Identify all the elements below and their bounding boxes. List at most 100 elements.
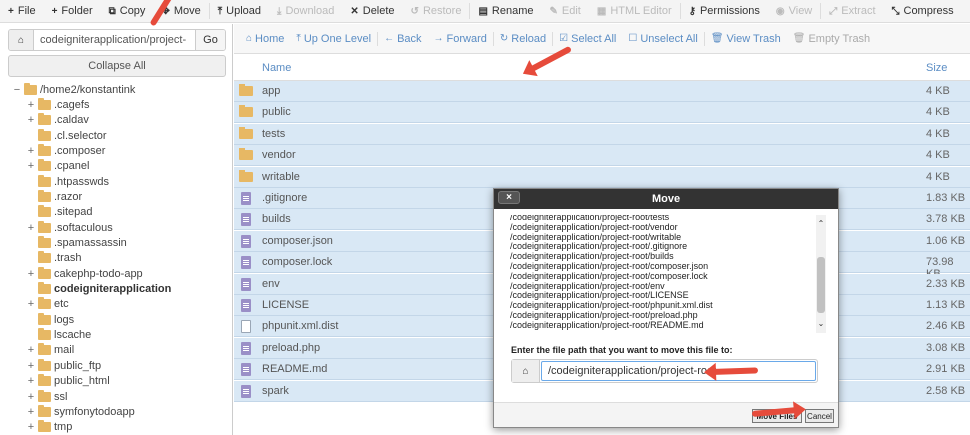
tree-item-lscache[interactable]: lscache: [26, 328, 91, 343]
expand-icon[interactable]: +: [26, 375, 36, 387]
tree-item-label: logs: [54, 313, 75, 326]
toolbar-copy-button[interactable]: ⧉ Copy: [101, 0, 154, 23]
toolbar-extract-button[interactable]: ⤢ Extract: [821, 0, 883, 23]
file-name: composer.lock: [262, 256, 333, 269]
folder-icon: [38, 251, 51, 264]
selected-file-path: /codeigniterapplication/project-root/bui…: [510, 251, 674, 262]
file-icon: [239, 277, 251, 292]
tree-item-spamassassin[interactable]: .spamassassin: [26, 236, 127, 251]
toolbar-permissions-button[interactable]: ⚷ Permissions: [681, 0, 768, 23]
tree-item-composer[interactable]: + .composer: [26, 143, 105, 158]
toolbar-folder-button[interactable]: + Folder: [44, 0, 101, 23]
nav-unselect-all-button[interactable]: ☐ Unselect All: [622, 33, 703, 45]
nav-reload-button[interactable]: ↻ Reload: [494, 33, 552, 45]
nav-back-button[interactable]: ← Back: [378, 33, 427, 45]
nav-up-one-level-button[interactable]: ⤒ Up One Level: [290, 33, 377, 45]
expand-icon[interactable]: +: [26, 391, 36, 403]
toolbar-file-button[interactable]: + File: [0, 0, 44, 23]
file-name: LICENSE: [262, 299, 310, 311]
cancel-button[interactable]: Cancel: [805, 409, 834, 423]
tree-item-cpanel[interactable]: + .cpanel: [26, 159, 89, 174]
home-icon[interactable]: ⌂: [9, 30, 34, 50]
tree-item-public-html[interactable]: + public_html: [26, 374, 110, 389]
file-row[interactable]: vendor 4 KB: [234, 145, 970, 167]
edit-icon: ✎: [549, 5, 558, 17]
expand-icon[interactable]: +: [26, 160, 36, 172]
expand-icon[interactable]: +: [26, 344, 36, 356]
nav-empty-trash-button[interactable]: 🗑 Empty Trash: [787, 33, 876, 45]
folder-icon: [38, 343, 51, 356]
expand-icon[interactable]: +: [26, 360, 36, 372]
expand-icon[interactable]: +: [26, 222, 36, 234]
file-row[interactable]: public 4 KB: [234, 102, 970, 124]
toolbar-download-button[interactable]: ⤓ Download: [269, 0, 342, 23]
tree-item-etc[interactable]: + etc: [26, 297, 69, 312]
tree-item-caldav[interactable]: + .caldav: [26, 113, 89, 128]
toolbar-restore-button[interactable]: ↺ Restore: [403, 0, 470, 23]
folder-icon: [38, 328, 51, 341]
go-button[interactable]: Go: [195, 30, 225, 50]
tree-item-public-ftp[interactable]: + public_ftp: [26, 358, 101, 373]
tree-item-mail[interactable]: + mail: [26, 343, 74, 358]
tree-item-logs[interactable]: logs: [26, 312, 74, 327]
tree-item-cakephp-todo-app[interactable]: + cakephp-todo-app: [26, 266, 143, 281]
tree-item-label: .trash: [54, 252, 82, 265]
tree-item-softaculous[interactable]: + .softaculous: [26, 220, 113, 235]
tree-item-sitepad[interactable]: .sitepad: [26, 205, 93, 220]
tree-item-symfonytodoapp[interactable]: + symfonytodoapp: [26, 404, 135, 419]
close-icon[interactable]: ×: [498, 191, 520, 204]
toolbar-button-label: Download: [285, 5, 335, 17]
tree-item-tmp[interactable]: + tmp: [26, 420, 72, 435]
file-icon: [239, 234, 251, 249]
tree-item-razor[interactable]: .razor: [26, 189, 82, 204]
path-input[interactable]: [34, 30, 195, 50]
toolbar-rename-button[interactable]: ▤ Rename: [470, 0, 541, 23]
tree-item-home2-konstantink[interactable]: − /home2/konstantink: [12, 82, 135, 97]
destination-path-input[interactable]: [541, 361, 816, 381]
expand-icon[interactable]: +: [26, 298, 36, 310]
nav-select-all-button[interactable]: ☑ Select All: [553, 33, 622, 45]
collapse-icon[interactable]: −: [12, 84, 22, 96]
nav-forward-button[interactable]: → Forward: [428, 33, 493, 45]
folder-icon: [38, 236, 51, 248]
column-size-header[interactable]: Size: [926, 62, 947, 74]
toolbar-upload-button[interactable]: ⤒ Upload: [210, 0, 269, 23]
file-row[interactable]: writable 4 KB: [234, 166, 970, 188]
expand-icon[interactable]: +: [26, 99, 36, 111]
toolbar-compress-button[interactable]: ⤡ Compress: [884, 0, 962, 23]
tree-item-label: .razor: [54, 190, 83, 203]
nav-button-label: Home: [255, 32, 285, 45]
expand-icon[interactable]: +: [26, 268, 36, 280]
file-row[interactable]: tests 4 KB: [234, 123, 970, 145]
tree-item-cagefs[interactable]: + .cagefs: [26, 97, 89, 112]
dialog-scrollbar[interactable]: ⌃ ⌄: [816, 215, 826, 333]
file-name: .gitignore: [262, 192, 308, 204]
tree-item-htpasswds[interactable]: .htpasswds: [26, 174, 109, 189]
file-row[interactable]: app 4 KB: [234, 81, 970, 102]
folder-icon: [239, 169, 253, 182]
expand-icon[interactable]: +: [26, 421, 36, 433]
expand-icon[interactable]: +: [26, 114, 36, 126]
folder-icon: [38, 358, 51, 371]
tree-item-codeigniterapplication[interactable]: codeigniterapplication: [26, 282, 171, 297]
home-icon[interactable]: ⌂: [512, 360, 540, 382]
scroll-up-icon[interactable]: ⌃: [816, 219, 826, 229]
toolbar-delete-button[interactable]: ✕ Delete: [342, 0, 402, 23]
toolbar-edit-button[interactable]: ✎ Edit: [542, 0, 589, 23]
dialog-footer: Move Files Cancel: [494, 402, 838, 427]
expand-icon[interactable]: +: [26, 145, 36, 157]
toolbar-html-editor-button[interactable]: ▦ HTML Editor: [589, 0, 680, 23]
scroll-down-icon[interactable]: ⌄: [816, 319, 826, 329]
collapse-all-button[interactable]: Collapse All: [8, 55, 226, 77]
tree-item-ssl[interactable]: + ssl: [26, 389, 67, 404]
nav-view-trash-button[interactable]: 🗑 View Trash: [705, 33, 787, 45]
scroll-thumb[interactable]: [817, 257, 825, 313]
destination-path-field: ⌂: [511, 359, 818, 383]
expand-icon[interactable]: +: [26, 406, 36, 418]
column-name-header[interactable]: Name: [262, 62, 291, 74]
toolbar-view-button[interactable]: ◉ View: [768, 0, 820, 23]
tree-item-cl-selector[interactable]: .cl.selector: [26, 128, 107, 143]
tree-item-trash[interactable]: .trash: [26, 251, 82, 266]
nav-home-button[interactable]: ⌂ Home: [240, 33, 290, 45]
move-dialog: × Move /codeigniterapplication/project-r…: [493, 188, 839, 428]
